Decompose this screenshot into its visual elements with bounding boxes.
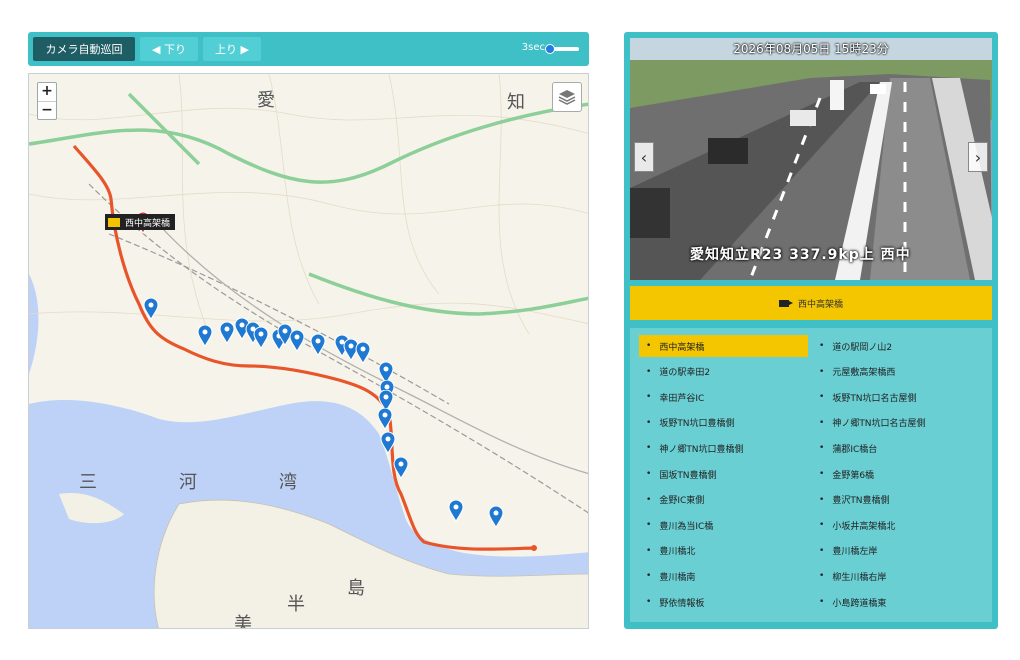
down-direction-button[interactable]: ◀ 下り: [140, 37, 198, 61]
camera-list-item[interactable]: 豊沢TN豊橋側: [812, 489, 981, 511]
camera-list-item[interactable]: 小坂井高架橋北: [812, 514, 981, 536]
bay-area: [29, 274, 39, 374]
camera-list-item[interactable]: 神ノ郷TN坑口名古屋側: [812, 412, 981, 434]
camera-list-item[interactable]: 神ノ郷TN坑口豊橋側: [639, 437, 808, 459]
place-name: 島: [347, 578, 365, 599]
video-camera-icon: [778, 299, 793, 307]
camera-list-item[interactable]: 豊川橋北: [639, 540, 808, 562]
auto-patrol-button[interactable]: カメラ自動巡回: [33, 37, 135, 61]
camera-pin[interactable]: [143, 297, 159, 320]
camera-list-item[interactable]: 小島跨道橋東: [812, 591, 981, 613]
camera-pin[interactable]: [355, 341, 371, 364]
place-name: 半: [287, 594, 305, 615]
place-name: 河: [179, 472, 197, 493]
camera-patrol-toolbar: カメラ自動巡回 ◀ 下り 上り ▶ 3sec: [28, 32, 589, 66]
layers-button[interactable]: [552, 82, 582, 112]
up-direction-button[interactable]: 上り ▶: [203, 37, 261, 61]
camera-list-item[interactable]: 西中高架橋: [639, 335, 808, 357]
camera-list-item[interactable]: 道の駅幸田2: [639, 361, 808, 383]
map-background: [29, 74, 588, 628]
layers-icon: [558, 90, 576, 105]
camera-list-item[interactable]: 国坂TN豊橋側: [639, 463, 808, 485]
camera-list-item[interactable]: 豊川為当IC橋: [639, 514, 808, 536]
place-name: 美: [234, 614, 252, 629]
camera-pin[interactable]: [393, 456, 409, 479]
zoom-control: + −: [37, 82, 57, 120]
selected-camera-tooltip: 西中高架橋: [105, 214, 176, 230]
camera-timestamp: 2026年08月05日 15時23分: [733, 42, 889, 56]
camera-title: 西中高架橋: [797, 299, 843, 310]
map-view[interactable]: 愛 知 三 河 湾 半 島 美 西中高架橋 + −: [28, 73, 589, 629]
camera-list-item[interactable]: 金野IC東側: [639, 489, 808, 511]
camera-pin[interactable]: [219, 321, 235, 344]
camera-pin[interactable]: [380, 431, 396, 454]
camera-list-item[interactable]: 野依情報板: [639, 591, 808, 613]
camera-list-item[interactable]: 元屋敷高架橋西: [812, 361, 981, 383]
place-name: 三: [79, 472, 97, 493]
chevron-right-icon: ›: [974, 147, 982, 167]
place-name: 湾: [279, 472, 297, 493]
camera-title-bar: 西中高架橋: [630, 286, 992, 320]
camera-icon: [108, 217, 120, 227]
camera-pin[interactable]: [289, 329, 305, 352]
selected-camera-tooltip-label: 西中高架橋: [125, 218, 171, 229]
camera-pin[interactable]: [197, 324, 213, 347]
camera-pin[interactable]: [253, 326, 269, 349]
camera-pin[interactable]: [310, 333, 326, 356]
previous-camera-button[interactable]: ‹: [634, 142, 654, 172]
place-name: 知: [507, 92, 525, 113]
camera-image: 2026年08月05日 15時23分 愛知知立R23 337.9kp上 西中 ‹…: [630, 38, 992, 280]
camera-list-item[interactable]: 坂野TN坑口名古屋側: [812, 386, 981, 408]
page-root: カメラ自動巡回 ◀ 下り 上り ▶ 3sec 愛 知 三 河 湾 半 島 美 西…: [0, 0, 1020, 660]
interval-slider-knob[interactable]: [545, 44, 555, 54]
camera-list-item[interactable]: 豊川橋南: [639, 565, 808, 587]
camera-list-item[interactable]: 金野第6橋: [812, 463, 981, 485]
camera-list: 西中高架橋道の駅幸田2 幸田芦谷IC 坂野TN坑口豊橋側神ノ郷TN坑口豊橋側国坂TN…: [630, 328, 992, 622]
camera-panel: 2026年08月05日 15時23分 愛知知立R23 337.9kp上 西中 ‹…: [624, 32, 998, 629]
chevron-left-icon: ‹: [640, 147, 648, 167]
interval-label: 3sec: [521, 42, 545, 53]
camera-list-item[interactable]: 柳生川橋右岸: [812, 565, 981, 587]
route-end: [531, 545, 537, 551]
camera-list-item[interactable]: 蒲郡IC橋台: [812, 437, 981, 459]
camera-list-item[interactable]: 道の駅岡ノ山2: [812, 335, 981, 357]
interval-slider[interactable]: [545, 44, 579, 54]
camera-caption: 愛知知立R23 337.9kp上 西中: [690, 247, 911, 263]
camera-list-item[interactable]: 豊川橋左岸: [812, 540, 981, 562]
zoom-out-button[interactable]: −: [38, 101, 56, 119]
next-camera-button[interactable]: ›: [968, 142, 988, 172]
zoom-in-button[interactable]: +: [38, 83, 56, 101]
camera-list-item[interactable]: 幸田芦谷IC: [639, 386, 808, 408]
place-name: 愛: [257, 90, 275, 111]
camera-pin[interactable]: [448, 499, 464, 522]
camera-pin[interactable]: [488, 505, 504, 528]
camera-list-item[interactable]: 坂野TN坑口豊橋側: [639, 412, 808, 434]
camera-pin[interactable]: [377, 407, 393, 430]
